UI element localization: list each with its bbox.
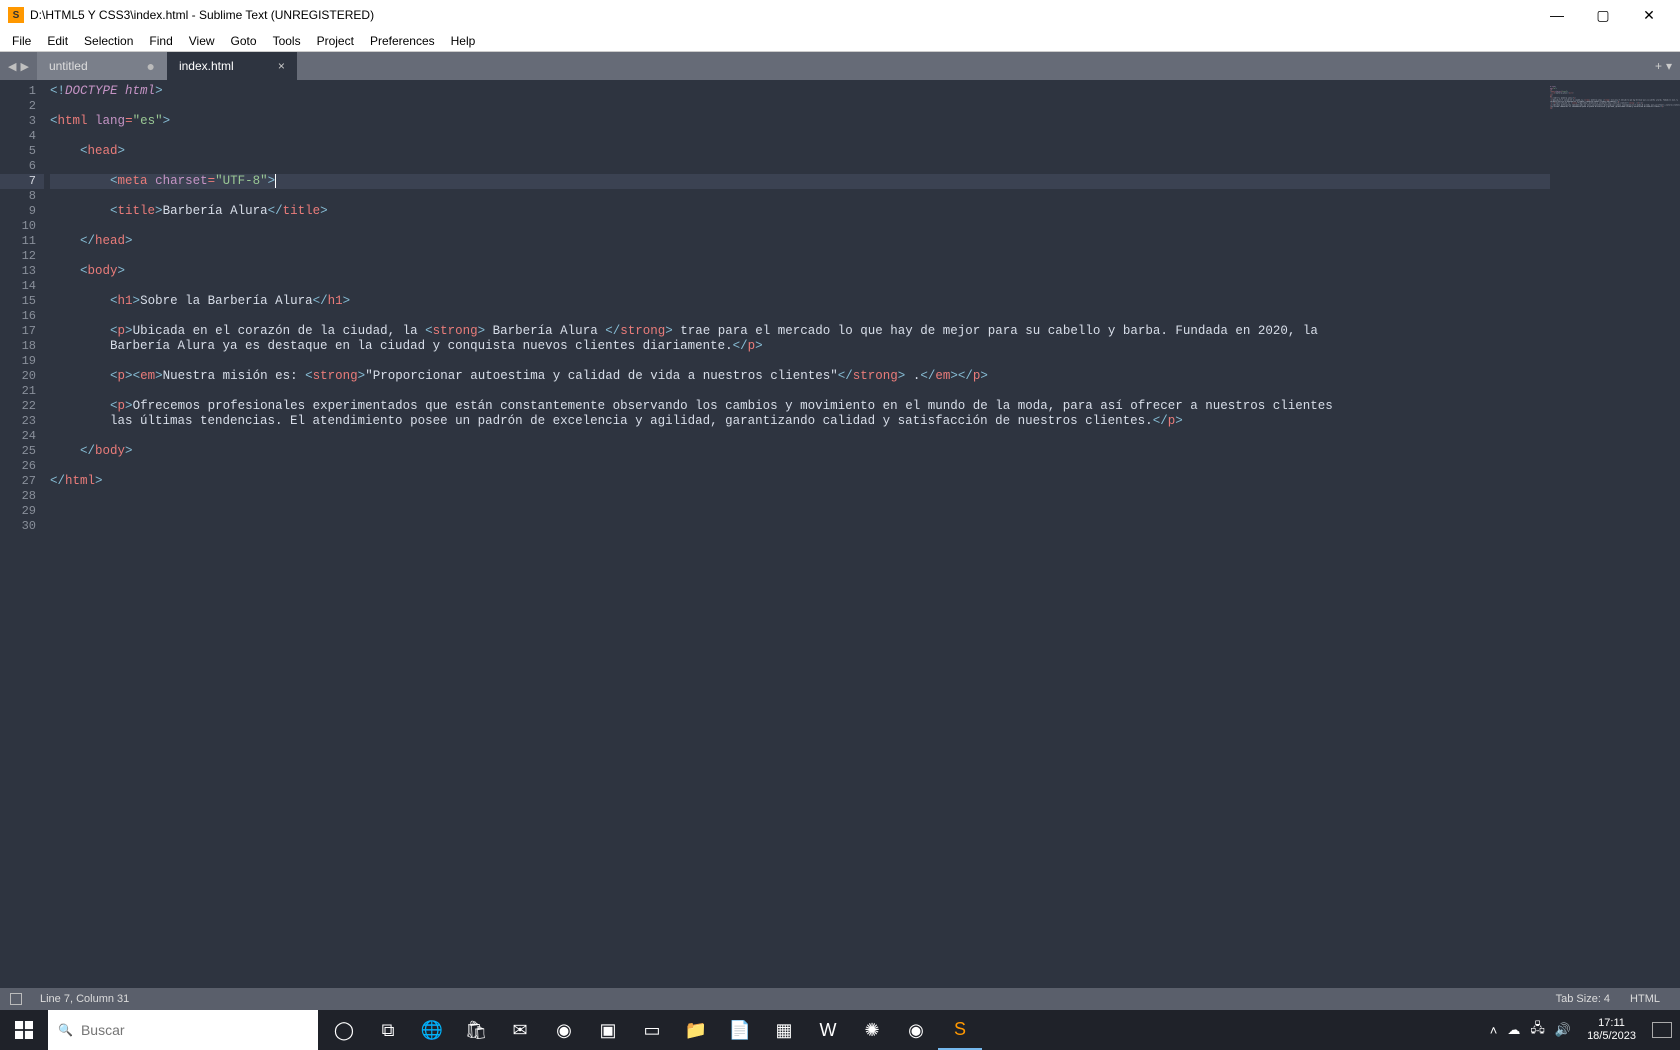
tray-clock[interactable]: 17:11 18/5/2023	[1581, 1017, 1642, 1043]
taskbar-app-xampp[interactable]: ✺	[850, 1010, 894, 1050]
window-titlebar: S D:\HTML5 Y CSS3\index.html - Sublime T…	[0, 0, 1680, 30]
tray-volume-icon[interactable]: 🔊	[1555, 1022, 1571, 1038]
menu-goto[interactable]: Goto	[223, 32, 265, 50]
close-button[interactable]: ✕	[1626, 0, 1672, 30]
menu-project[interactable]: Project	[309, 32, 362, 50]
menu-preferences[interactable]: Preferences	[362, 32, 443, 50]
taskbar-app-mail[interactable]: ✉	[498, 1010, 542, 1050]
line-number-gutter: 1234567891011121314151617181920212223242…	[0, 80, 44, 988]
taskbar-app-word[interactable]: W	[806, 1010, 850, 1050]
taskbar-app-chrome[interactable]: ◉	[542, 1010, 586, 1050]
tray-notifications-icon[interactable]	[1652, 1022, 1672, 1038]
tray-date: 18/5/2023	[1587, 1030, 1636, 1043]
minimize-button[interactable]: —	[1534, 0, 1580, 30]
cortana-icon[interactable]: ◯	[322, 1010, 366, 1050]
new-tab-icon[interactable]: +	[1655, 59, 1662, 73]
menu-selection[interactable]: Selection	[76, 32, 141, 50]
tray-chevron-up-icon[interactable]: ˄	[1490, 1023, 1498, 1038]
menu-tools[interactable]: Tools	[265, 32, 309, 50]
tab-dropdown-icon[interactable]: ▾	[1666, 59, 1672, 73]
code-content[interactable]: <!DOCTYPE html><html lang="es"> <head> <…	[44, 80, 1680, 988]
search-input[interactable]	[81, 1022, 308, 1038]
menu-edit[interactable]: Edit	[39, 32, 76, 50]
menu-view[interactable]: View	[181, 32, 223, 50]
tray-time: 17:11	[1587, 1017, 1636, 1030]
status-tab-size[interactable]: Tab Size: 4	[1546, 993, 1620, 1005]
taskbar-app-excel[interactable]: ▦	[762, 1010, 806, 1050]
taskbar-app-sublime[interactable]: S	[938, 1010, 982, 1050]
tab-label: index.html	[179, 59, 268, 73]
tab-dirty-indicator-icon: ●	[146, 58, 154, 74]
taskbar-app-store[interactable]: 🛍	[454, 1010, 498, 1050]
windows-logo-icon	[15, 1021, 33, 1039]
tab-nav-forward-icon[interactable]: ▶	[18, 60, 30, 73]
tab-untitled[interactable]: untitled ●	[37, 52, 167, 80]
tray-network-icon[interactable]: 🖧	[1530, 1019, 1545, 1041]
editor-area[interactable]: 1234567891011121314151617181920212223242…	[0, 80, 1680, 988]
taskbar-app-generic2[interactable]: ▭	[630, 1010, 674, 1050]
menu-help[interactable]: Help	[443, 32, 484, 50]
taskbar-app-chrome2[interactable]: ◉	[894, 1010, 938, 1050]
tab-label: untitled	[49, 59, 139, 73]
status-cursor-position[interactable]: Line 7, Column 31	[30, 993, 139, 1005]
tab-close-icon[interactable]: ×	[278, 59, 285, 73]
tab-bar: ◀ ▶ untitled ● index.html × + ▾	[0, 52, 1680, 80]
maximize-button[interactable]: ▢	[1580, 0, 1626, 30]
minimap[interactable]: <!DOCTYPE html><html lang="es"> <head> <…	[1550, 80, 1680, 988]
task-view-icon[interactable]: ⧉	[366, 1010, 410, 1050]
menu-find[interactable]: Find	[141, 32, 180, 50]
taskbar-search[interactable]: 🔍	[48, 1010, 318, 1050]
tray-onedrive-icon[interactable]: ☁	[1507, 1022, 1520, 1038]
menu-file[interactable]: File	[4, 32, 39, 50]
windows-taskbar: 🔍 ◯ ⧉ 🌐 🛍 ✉ ◉ ▣ ▭ 📁 📄 ▦ W ✺ ◉ S ˄ ☁ 🖧 🔊 …	[0, 1010, 1680, 1050]
window-title: D:\HTML5 Y CSS3\index.html - Sublime Tex…	[30, 8, 1534, 22]
status-bar: Line 7, Column 31 Tab Size: 4 HTML	[0, 988, 1680, 1010]
tab-index-html[interactable]: index.html ×	[167, 52, 297, 80]
taskbar-app-edge[interactable]: 🌐	[410, 1010, 454, 1050]
start-button[interactable]	[0, 1010, 48, 1050]
taskbar-app-generic1[interactable]: ▣	[586, 1010, 630, 1050]
system-tray: ˄ ☁ 🖧 🔊 17:11 18/5/2023	[1482, 1017, 1680, 1043]
search-icon: 🔍	[58, 1023, 73, 1037]
taskbar-app-notepad[interactable]: 📄	[718, 1010, 762, 1050]
taskbar-app-explorer[interactable]: 📁	[674, 1010, 718, 1050]
menu-bar: File Edit Selection Find View Goto Tools…	[0, 30, 1680, 52]
tab-nav-back-icon[interactable]: ◀	[6, 60, 18, 73]
status-panel-icon[interactable]	[10, 993, 22, 1005]
app-icon: S	[8, 7, 24, 23]
status-language[interactable]: HTML	[1620, 993, 1670, 1005]
